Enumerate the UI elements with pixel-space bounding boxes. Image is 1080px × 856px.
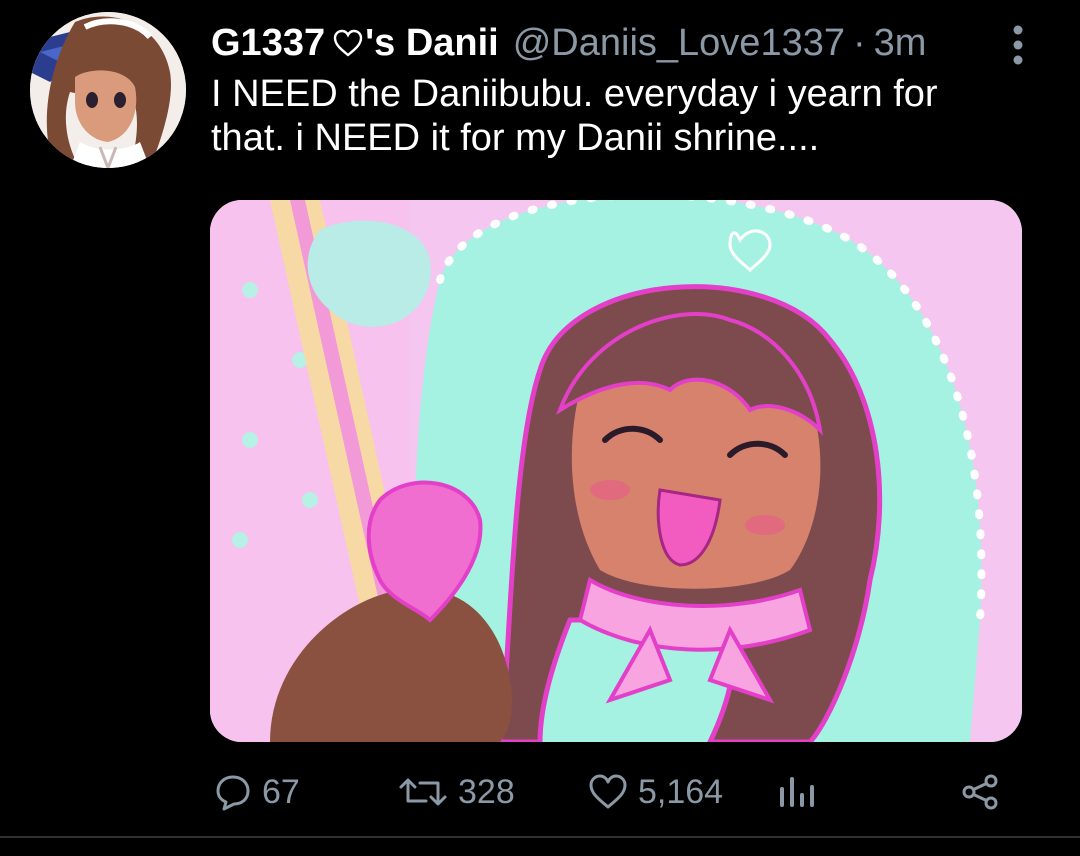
tweet-header: G1337's Danii @Daniis_Love1337 · 3m [211, 18, 1020, 68]
tweet-media-image[interactable] [210, 200, 1022, 742]
share-nodes-icon [962, 774, 998, 810]
share-button[interactable] [960, 760, 1000, 824]
retweet-button[interactable]: 328 [398, 760, 515, 824]
reply-button[interactable]: 67 [214, 760, 300, 824]
analytics-button[interactable] [776, 760, 816, 824]
retweet-count: 328 [458, 772, 515, 811]
separator-dot: · [852, 22, 866, 64]
speech-bubble-icon [216, 775, 250, 811]
profile-avatar[interactable] [30, 12, 186, 168]
reply-count: 67 [262, 772, 300, 811]
tweet-actions-bar: 67 328 5,164 [0, 760, 1080, 824]
tweet-divider [0, 836, 1080, 838]
anime-character-illustration-icon [210, 200, 1022, 742]
like-button[interactable]: 5,164 [588, 760, 723, 824]
user-handle[interactable]: @Daniis_Love1337 [513, 18, 845, 68]
like-count: 5,164 [638, 772, 724, 811]
tweet-text: I NEED the Daniibubu. everyday i yearn f… [211, 73, 938, 159]
tweet-card: G1337's Danii @Daniis_Love1337 · 3m I NE… [0, 0, 1080, 856]
display-name[interactable]: G1337's Danii [211, 18, 499, 68]
heart-outline-icon [589, 774, 627, 809]
vertical-ellipsis-icon [1013, 25, 1023, 65]
retweet-arrows-icon [399, 778, 447, 806]
bar-chart-icon [780, 777, 814, 807]
more-options-button[interactable] [1006, 22, 1030, 68]
heart-outline-icon [333, 29, 363, 57]
avatar-illustration-icon [30, 12, 186, 168]
tweet-timestamp[interactable]: 3m [874, 18, 927, 68]
